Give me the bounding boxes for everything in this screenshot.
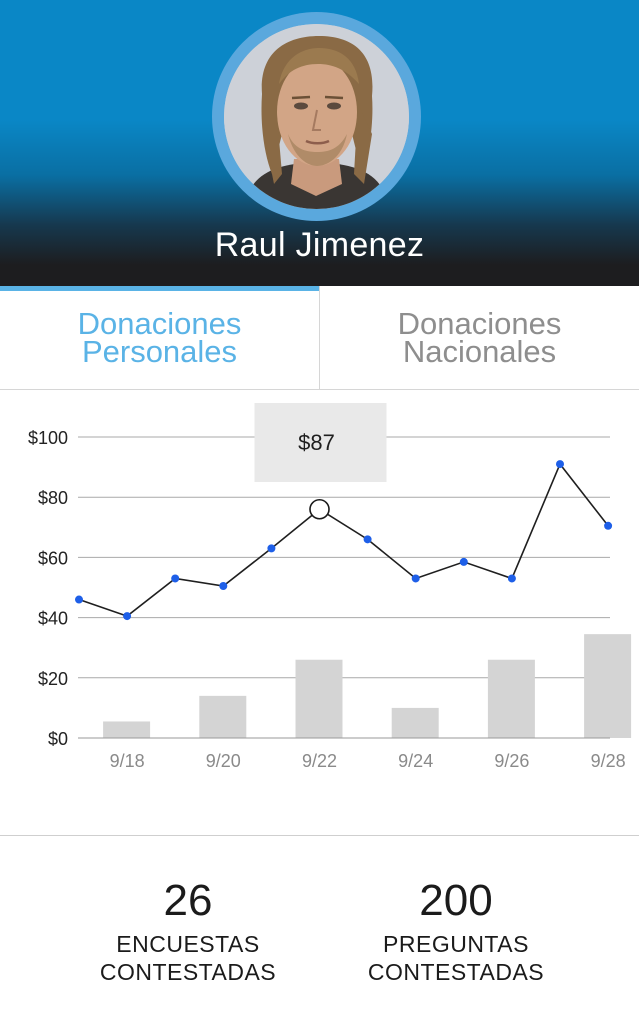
tab-personal-label: Donaciones Personales bbox=[77, 305, 242, 369]
stat-surveys-label: ENCUESTAS CONTESTADAS bbox=[99, 931, 277, 985]
stat-surveys-value: 26 bbox=[163, 876, 213, 925]
x-tick-label: 9/24 bbox=[398, 751, 433, 771]
y-tick-label: $60 bbox=[38, 548, 68, 568]
data-point bbox=[411, 574, 420, 583]
bar bbox=[584, 634, 632, 738]
y-tick-label: $20 bbox=[38, 669, 68, 689]
chart-svg: $100 $80 $60 $40 $20 $0 9/18 9/20 9/22 9/24 9/26 9/… bbox=[28, 403, 632, 771]
bar bbox=[487, 659, 535, 738]
stat-surveys: 26 ENCUESTAS CONTESTADAS bbox=[58, 876, 318, 986]
stat-questions: 200 PREGUNTAS CONTESTADAS bbox=[326, 876, 586, 986]
x-tick-label: 9/26 bbox=[494, 751, 529, 771]
data-point bbox=[363, 535, 372, 544]
tab-personal-donations[interactable]: Donaciones Personales bbox=[0, 286, 319, 389]
bar bbox=[391, 707, 439, 738]
donations-chart: $100 $80 $60 $40 $20 $0 9/18 9/20 9/22 9/24 9/26 9/… bbox=[0, 390, 639, 836]
bar bbox=[295, 659, 343, 738]
tooltip-value: $87 bbox=[298, 430, 335, 455]
user-portrait-icon bbox=[224, 24, 409, 209]
data-point bbox=[604, 521, 613, 530]
data-point bbox=[75, 595, 83, 604]
bar bbox=[199, 695, 247, 738]
data-point bbox=[459, 557, 468, 566]
y-tick-label: $100 bbox=[28, 428, 68, 448]
avatar-ring bbox=[212, 12, 421, 221]
data-point bbox=[507, 574, 516, 583]
data-point bbox=[123, 612, 132, 621]
data-point bbox=[171, 574, 180, 583]
donation-tabs: Donaciones Personales Donaciones Naciona… bbox=[0, 286, 639, 390]
data-point bbox=[219, 581, 228, 590]
stat-questions-label: PREGUNTAS CONTESTADAS bbox=[367, 931, 545, 985]
y-tick-label: $80 bbox=[38, 488, 68, 508]
x-tick-label: 9/22 bbox=[302, 751, 337, 771]
stat-questions-value: 200 bbox=[419, 876, 493, 925]
avatar[interactable] bbox=[224, 24, 409, 209]
x-tick-label: 9/18 bbox=[110, 751, 145, 771]
profile-header: Raul Jimenez bbox=[0, 0, 639, 286]
bar bbox=[103, 721, 151, 738]
highlighted-point bbox=[309, 498, 330, 520]
x-tick-label: 9/20 bbox=[206, 751, 241, 771]
y-tick-label: $40 bbox=[38, 609, 68, 629]
tab-national-donations[interactable]: Donaciones Nacionales bbox=[319, 286, 639, 389]
tab-national-label: Donaciones Nacionales bbox=[397, 305, 562, 369]
y-tick-label: $0 bbox=[48, 729, 68, 749]
section-divider bbox=[0, 835, 639, 836]
data-point bbox=[556, 460, 564, 469]
line-series bbox=[78, 462, 609, 617]
x-tick-label: 9/28 bbox=[591, 751, 626, 771]
user-name: Raul Jimenez bbox=[214, 226, 425, 264]
data-point bbox=[267, 544, 276, 553]
